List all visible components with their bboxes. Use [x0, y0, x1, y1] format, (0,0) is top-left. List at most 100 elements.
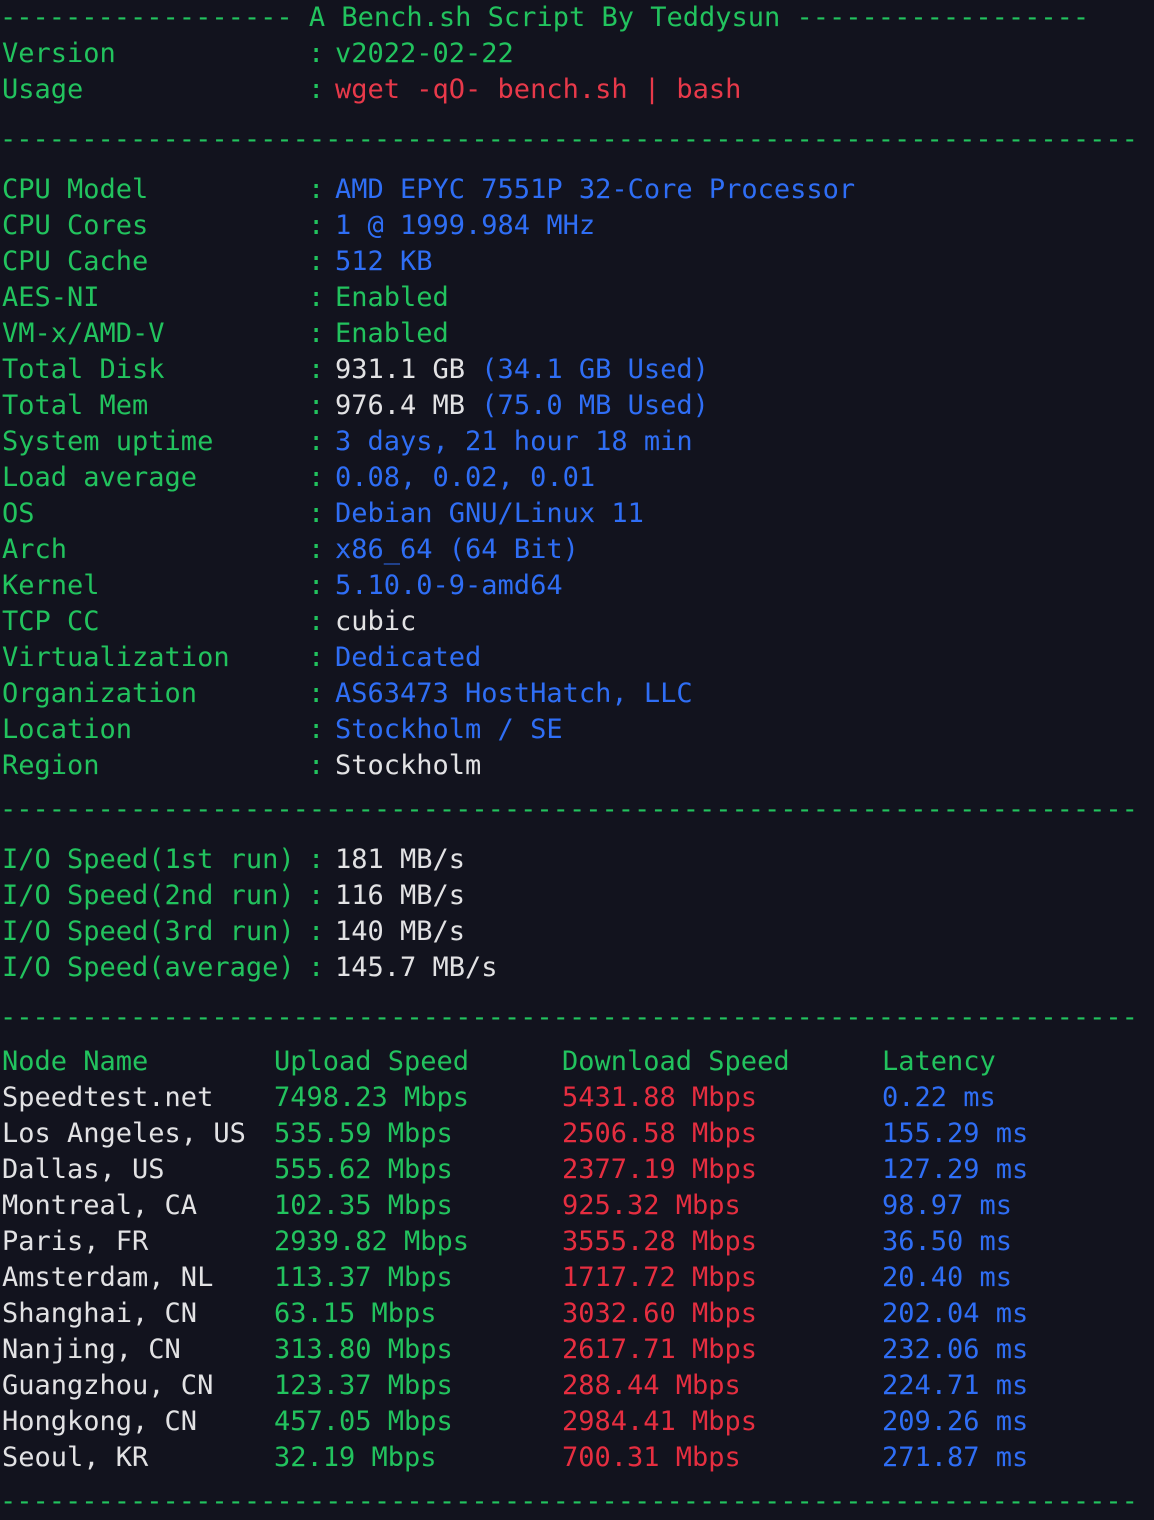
colon-system-uptime: : [308, 426, 325, 457]
value-cpu-cores: 1 @ 1999.984 MHz [335, 210, 596, 241]
cell-latency: 209.26 ms [882, 1406, 1029, 1437]
label-virtualization: Virtualization [2, 642, 230, 673]
value-cpu-model: AMD EPYC 7551P 32-Core Processor [335, 174, 856, 205]
cell-download-speed: 1717.72 Mbps [562, 1262, 758, 1293]
value-i-o-speed-2nd-run: 116 MB/s [335, 880, 466, 911]
cell-upload-speed: 313.80 Mbps [274, 1334, 453, 1365]
cell-node-name: Seoul, KR [2, 1442, 149, 1473]
value-vm-x-amd-v: Enabled [335, 318, 449, 349]
label-vm-x-amd-v: VM-x/AMD-V [2, 318, 165, 349]
row-aes-ni: AES-NI: Enabled [0, 280, 1154, 316]
colon-region: : [308, 750, 325, 781]
value-aes-ni: Enabled [335, 282, 449, 313]
colon-virtualization: : [308, 642, 325, 673]
cell-latency: 202.04 ms [882, 1298, 1029, 1329]
separator-bottom: ----------------------------------------… [0, 1486, 1138, 1517]
speedtest-row: Hongkong, CN 457.05 Mbps 2984.41 Mbps 209.2… [0, 1404, 1154, 1440]
cell-download-speed: 3555.28 Mbps [562, 1226, 758, 1257]
value-tcp-cc: cubic [335, 606, 417, 637]
cell-latency: 98.97 ms [882, 1190, 1013, 1221]
row-kernel: Kernel:5.10.0-9-amd64 [0, 568, 1154, 604]
value-i-o-speed-1st-run: 181 MB/s [335, 844, 466, 875]
cell-download-speed: 2506.58 Mbps [562, 1118, 758, 1149]
system-info-section: CPU Model: AMD EPYC 7551P 32-Core Process… [0, 172, 1154, 784]
row-usage: Usage: wget -qO- bench.sh | bash [0, 72, 1154, 108]
script-title-banner: ------------------ A Bench.sh Script By … [0, 0, 1154, 36]
label-i-o-speed-3rd-run: I/O Speed(3rd run) [2, 916, 295, 947]
speedtest-row: Nanjing, CN 313.80 Mbps 2617.71 Mbps 232.06… [0, 1332, 1154, 1368]
colon-total-mem: : [308, 390, 325, 421]
cell-upload-speed: 555.62 Mbps [274, 1154, 453, 1185]
cell-upload-speed: 102.35 Mbps [274, 1190, 453, 1221]
cell-latency: 36.50 ms [882, 1226, 1013, 1257]
label-i-o-speed-1st-run: I/O Speed(1st run) [2, 844, 295, 875]
row-os: OS: Debian GNU/Linux 11 [0, 496, 1154, 532]
label-system-uptime: System uptime [2, 426, 214, 457]
row-i-o-speed-1st-run: I/O Speed(1st run):181 MB/s [0, 842, 1154, 878]
row-load-average: Load average:0.08, 0.02, 0.01 [0, 460, 1154, 496]
colon-aes-ni: : [308, 282, 325, 313]
label-tcp-cc: TCP CC [2, 606, 100, 637]
colon-cpu-model: : [308, 174, 325, 205]
cell-latency: 0.22 ms [882, 1082, 996, 1113]
cell-upload-speed: 7498.23 Mbps [274, 1082, 470, 1113]
row-cpu-cores: CPU Cores:1 @ 1999.984 MHz [0, 208, 1154, 244]
row-virtualization: Virtualization: Dedicated [0, 640, 1154, 676]
cell-node-name: Shanghai, CN [2, 1298, 198, 1329]
label-region: Region [2, 750, 100, 781]
colon-cpu-cache: : [308, 246, 325, 277]
row-version: Version: v2022-02-22 [0, 36, 1154, 72]
cell-upload-speed: 457.05 Mbps [274, 1406, 453, 1437]
label-total-mem: Total Mem [2, 390, 149, 421]
cell-node-name: Nanjing, CN [2, 1334, 181, 1365]
cell-download-speed: 3032.60 Mbps [562, 1298, 758, 1329]
cell-upload-speed: 2939.82 Mbps [274, 1226, 470, 1257]
label-total-disk: Total Disk [2, 354, 165, 385]
column-header-download-speed: Download Speed [562, 1046, 790, 1077]
row-i-o-speed-2nd-run: I/O Speed(2nd run):116 MB/s [0, 878, 1154, 914]
banner-dashes-right: ------------------ [796, 2, 1090, 33]
cell-latency: 127.29 ms [882, 1154, 1029, 1185]
label-kernel: Kernel [2, 570, 100, 601]
colon-tcp-cc: : [308, 606, 325, 637]
row-region: Region: Stockholm [0, 748, 1154, 784]
cell-latency: 271.87 ms [882, 1442, 1029, 1473]
speedtest-row: Seoul, KR 32.19 Mbps 700.31 Mbps 271.87 ms [0, 1440, 1154, 1476]
speedtest-table-body: Speedtest.net 7498.23 Mbps 5431.88 Mbps 0.2… [0, 1080, 1154, 1476]
label-aes-ni: AES-NI [2, 282, 100, 313]
cell-node-name: Amsterdam, NL [2, 1262, 214, 1293]
value-kernel: 5.10.0-9-amd64 [335, 570, 563, 601]
cell-upload-speed: 63.15 Mbps [274, 1298, 437, 1329]
row-organization: Organization: AS63473 HostHatch, LLC [0, 676, 1154, 712]
label-version: Version [2, 38, 116, 69]
speedtest-row: Guangzhou, CN 123.37 Mbps 288.44 Mbps 224.7… [0, 1368, 1154, 1404]
row-location: Location: Stockholm / SE [0, 712, 1154, 748]
colon-i-o-speed-2nd-run: : [308, 880, 325, 911]
speedtest-row: Los Angeles, US 535.59 Mbps 2506.58 Mbps 15… [0, 1116, 1154, 1152]
label-arch: Arch [2, 534, 68, 565]
value-virtualization: Dedicated [335, 642, 482, 673]
cell-download-speed: 2617.71 Mbps [562, 1334, 758, 1365]
separator-speedtest: ----------------------------------------… [0, 1002, 1138, 1033]
value-organization: AS63473 HostHatch, LLC [335, 678, 693, 709]
banner-title-text: A Bench.sh Script By Teddysun [292, 2, 797, 33]
value-usage-command: wget -qO- bench.sh | bash [335, 74, 742, 105]
value-arch: x86_64 (64 Bit) [335, 534, 579, 565]
cell-download-speed: 288.44 Mbps [562, 1370, 741, 1401]
value-total-mem: 976.4 MB [335, 390, 466, 421]
colon-cpu-cores: : [308, 210, 325, 241]
speedtest-row: Paris, FR 2939.82 Mbps 3555.28 Mbps 36.50 m… [0, 1224, 1154, 1260]
row-i-o-speed-3rd-run: I/O Speed(3rd run):140 MB/s [0, 914, 1154, 950]
cell-latency: 155.29 ms [882, 1118, 1029, 1149]
label-load-average: Load average [2, 462, 198, 493]
column-header-node-name: Node Name [2, 1046, 149, 1077]
label-organization: Organization [2, 678, 198, 709]
terminal-window: ------------------ A Bench.sh Script By … [0, 0, 1154, 1517]
label-i-o-speed-2nd-run: I/O Speed(2nd run) [2, 880, 295, 911]
colon-os: : [308, 498, 325, 529]
value-i-o-speed-average: 145.7 MB/s [335, 952, 498, 983]
cell-latency: 232.06 ms [882, 1334, 1029, 1365]
